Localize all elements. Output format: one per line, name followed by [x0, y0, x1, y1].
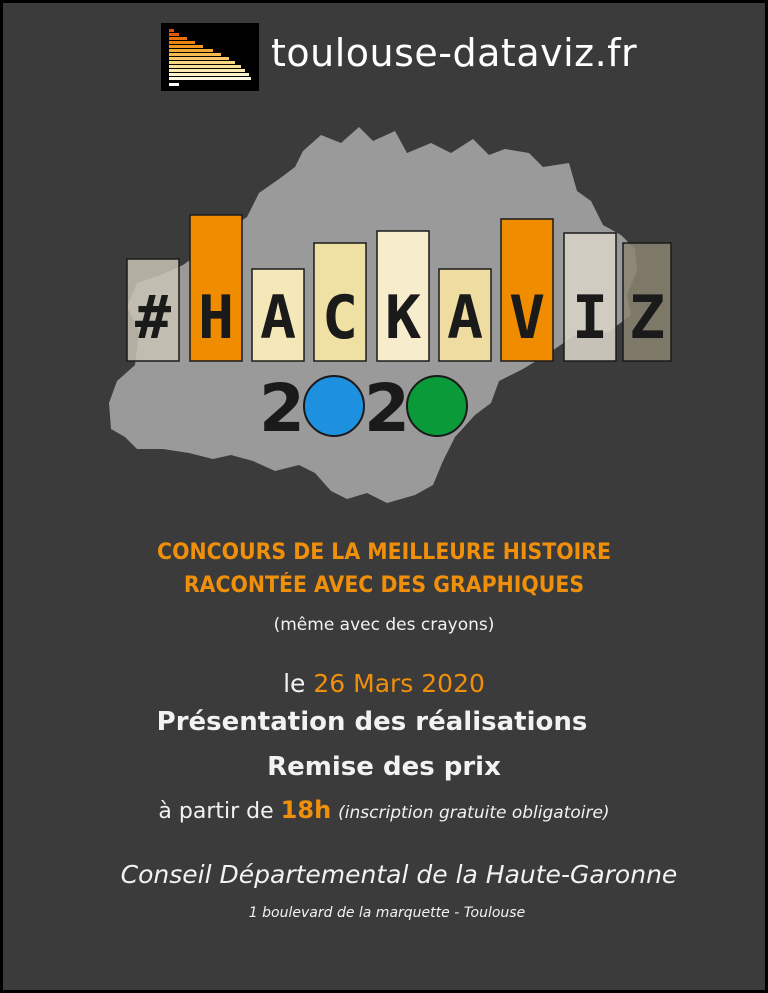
year-digit-3: 2 — [364, 370, 410, 447]
contest-title-line-2: RACONTÉE AVEC DES GRAPHIQUES — [183, 573, 585, 598]
hero-letter-c: C — [322, 283, 358, 353]
hero-letter-a2: A — [447, 283, 483, 353]
hackaviz-hero: # H A C K A V I Z 2 2 — [109, 127, 672, 503]
contest-title-line-1: CONCOURS DE LA MEILLEURE HISTOIRE — [157, 540, 611, 565]
hero-letter-h: H — [198, 283, 234, 353]
event-time: 18h — [280, 796, 332, 824]
date-prefix: le — [283, 669, 306, 698]
hackaviz-wordmark: # H A C K A V I Z — [135, 283, 665, 353]
hero-letter-hash: # — [135, 283, 171, 353]
hero-letter-a: A — [260, 283, 296, 353]
contest-note: (même avec des crayons) — [273, 615, 495, 635]
contest-title: CONCOURS DE LA MEILLEURE HISTOIRE RACONT… — [3, 536, 765, 602]
green-circle-icon — [406, 375, 468, 437]
year-digit-1: 2 — [259, 370, 305, 447]
event-address: 1 boulevard de la marquette - Toulouse — [248, 905, 526, 921]
blue-circle-icon — [303, 375, 365, 437]
hero-letter-i: I — [572, 283, 608, 353]
headline-presentation: Présentation des réalisations — [156, 707, 588, 737]
event-date-line: le 26 Mars 2020 — [3, 669, 765, 698]
registration-note: (inscription gratuite obligatoire) — [338, 803, 610, 823]
event-date: 26 Mars 2020 — [313, 669, 485, 698]
time-prefix: à partir de — [158, 799, 274, 824]
hero-letter-v: V — [509, 283, 545, 353]
hero-letter-z: Z — [629, 283, 665, 353]
event-poster: toulouse-dataviz.fr # H A C K A V I Z 2 … — [3, 3, 765, 990]
event-time-line: à partir de 18h (inscription gratuite ob… — [3, 796, 765, 824]
event-venue: Conseil Départemental de la Haute-Garonn… — [120, 860, 678, 889]
hero-letter-k: K — [385, 283, 421, 353]
headline-awards: Remise des prix — [267, 752, 501, 782]
